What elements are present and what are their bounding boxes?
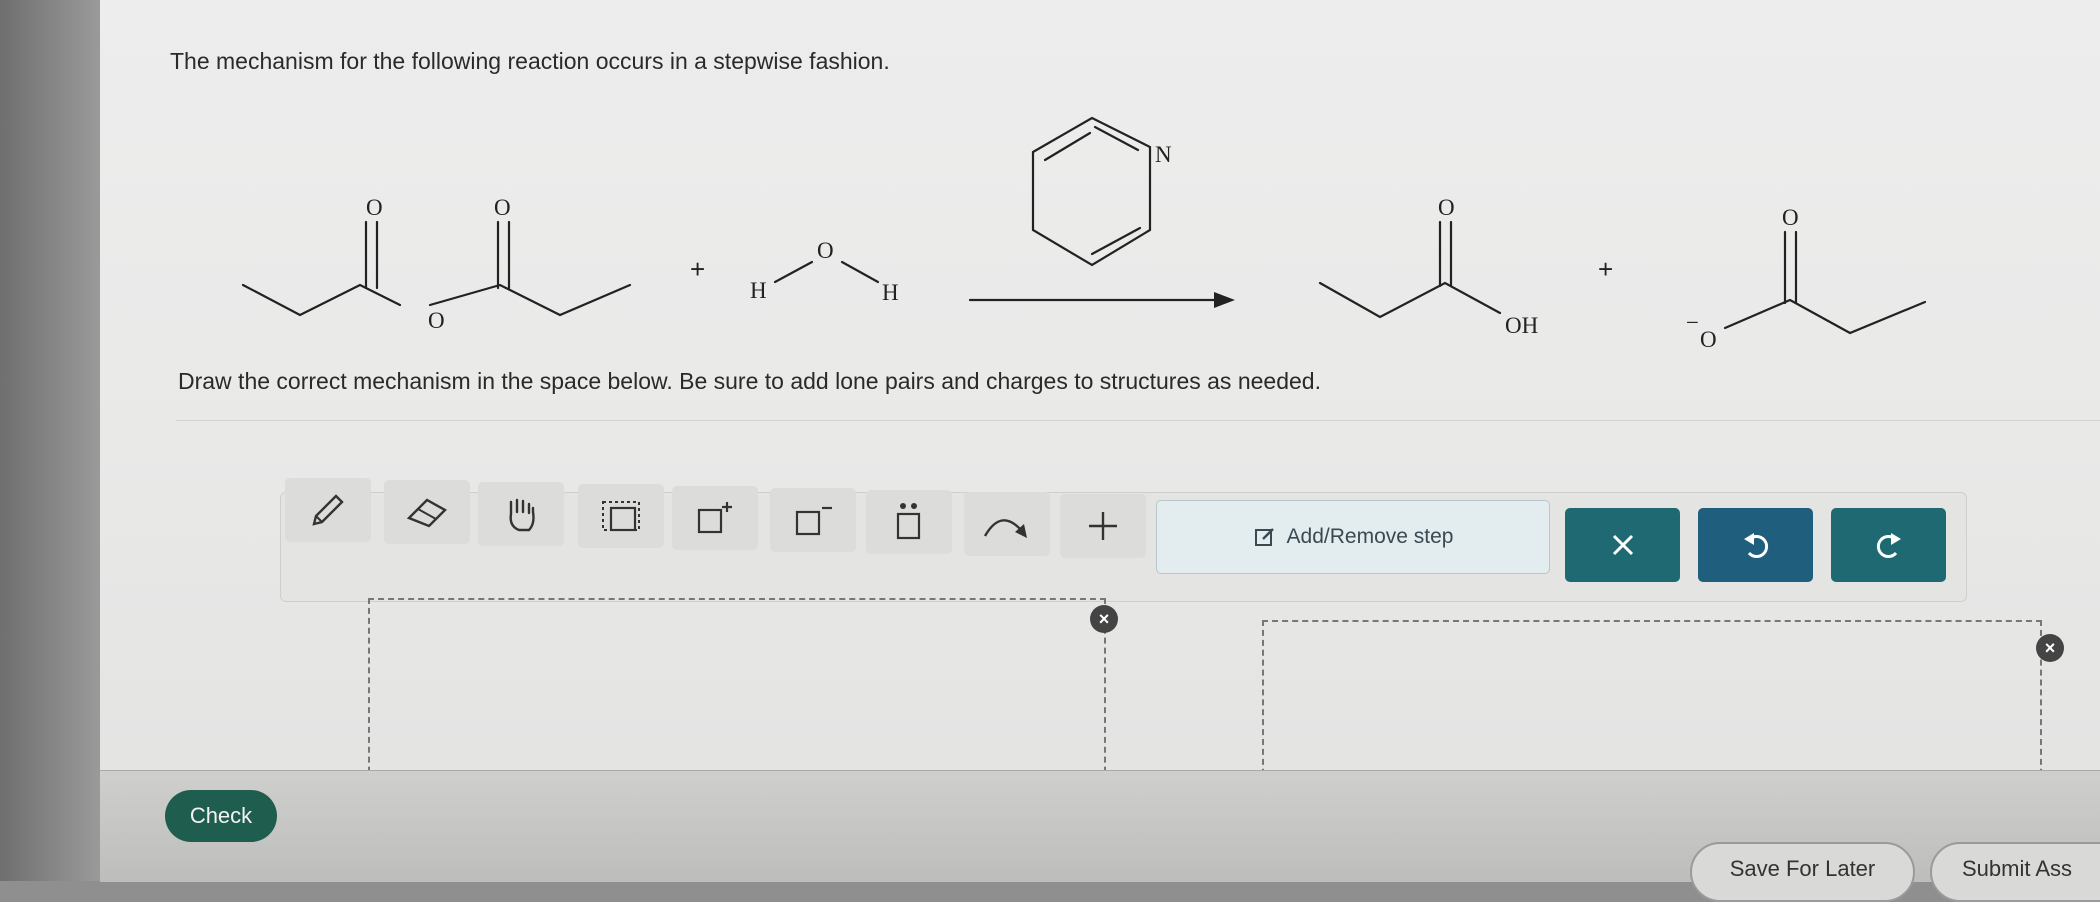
anhydride-right-chain: [428, 283, 632, 317]
add-remove-step-button[interactable]: Add/Remove step: [1156, 500, 1550, 574]
pencil-icon: [312, 494, 344, 526]
add-plus-tool[interactable]: [1060, 494, 1146, 558]
eraser-icon: [406, 498, 447, 528]
propanoate-chain: [1723, 298, 1927, 335]
pyridine-n: N: [1155, 142, 1172, 167]
propanoate-o-anion: O: [1700, 327, 1717, 352]
anhydride-o-right: O: [494, 195, 511, 220]
plus-icon: [1089, 512, 1117, 540]
undo-button[interactable]: [1698, 508, 1813, 582]
water-h-right: H: [882, 280, 899, 305]
close-icon: [1612, 534, 1633, 556]
positive-charge-icon: [697, 502, 732, 534]
lone-pair-icon: [896, 503, 921, 540]
anhydride-o-left: O: [366, 195, 383, 220]
acid-oh: OH: [1505, 313, 1538, 338]
hand-icon: [509, 498, 535, 532]
curved-arrow-tool[interactable]: [964, 492, 1050, 556]
edit-icon: [1254, 528, 1274, 546]
save-for-later-button[interactable]: Save For Later: [1690, 842, 1915, 902]
submit-button[interactable]: Submit Ass: [1930, 842, 2100, 902]
add-remove-step-label: Add/Remove step: [1286, 525, 1454, 548]
redo-icon: [1876, 533, 1901, 558]
anhydride-o-bridge: O: [428, 308, 445, 333]
plus-sign-1: +: [690, 254, 705, 284]
acid-chain: [1318, 281, 1502, 319]
negative-charge-tool[interactable]: [770, 488, 856, 552]
water-o: O: [817, 238, 834, 263]
close-glyph: ×: [2044, 637, 2056, 658]
pyridine-ring: [1031, 116, 1152, 267]
instructions-text: Draw the correct mechanism in the space …: [178, 368, 1321, 394]
water-h-left: H: [750, 278, 767, 303]
propanoate-o-carbonyl: O: [1782, 205, 1799, 230]
pencil-tool[interactable]: [285, 478, 371, 542]
undo-icon: [1743, 533, 1768, 558]
eraser-tool[interactable]: [384, 480, 470, 544]
anhydride-left-chain: [241, 283, 402, 317]
negative-charge-icon: [795, 506, 832, 536]
clear-button[interactable]: [1565, 508, 1680, 582]
remove-step-2-button[interactable]: ×: [2036, 634, 2064, 662]
remove-step-1-button[interactable]: ×: [1090, 605, 1118, 633]
check-button[interactable]: Check: [165, 790, 277, 842]
plus-sign-2: +: [1598, 254, 1613, 284]
select-box-icon: [602, 501, 640, 532]
redo-button[interactable]: [1831, 508, 1946, 582]
reaction-scheme: O O O + H O H N O OH + O O −: [241, 116, 1927, 352]
lone-pair-tool[interactable]: [866, 490, 952, 554]
hand-tool[interactable]: [478, 482, 564, 546]
reaction-arrowhead: [1214, 292, 1235, 308]
acid-o: O: [1438, 195, 1455, 220]
positive-charge-tool[interactable]: [672, 486, 758, 550]
negative-charge-label: −: [1686, 310, 1699, 335]
select-tool[interactable]: [578, 484, 664, 548]
curved-arrow-icon: [983, 519, 1027, 538]
close-glyph: ×: [1098, 608, 1110, 629]
